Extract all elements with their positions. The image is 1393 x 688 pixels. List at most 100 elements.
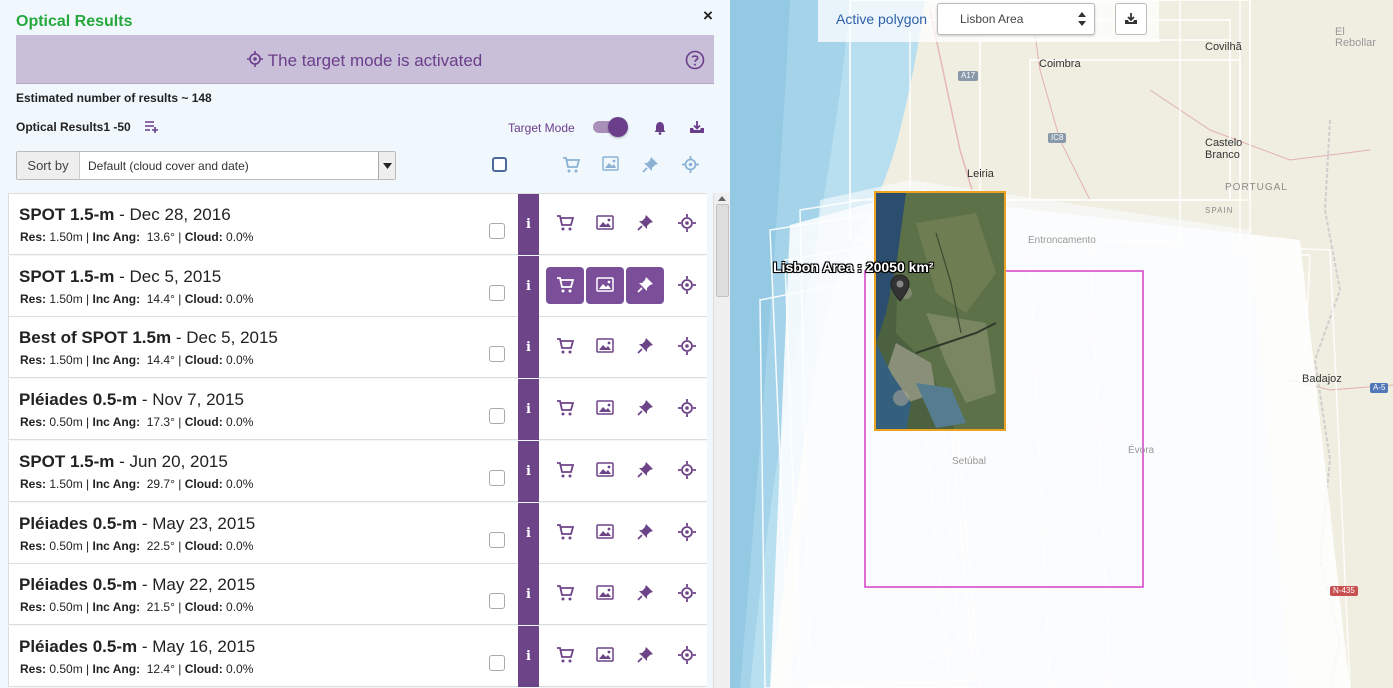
- scroll-up-arrow-icon[interactable]: [718, 196, 726, 201]
- meta-separator: |: [174, 661, 185, 676]
- result-name: Pléiades 0.5-m: [19, 513, 138, 533]
- pin-button[interactable]: [633, 581, 657, 605]
- active-polygon-select[interactable]: Lisbon Area: [937, 3, 1095, 35]
- map-view[interactable]: Coimbra Covilhã El Rebollar Castelo Bran…: [730, 0, 1393, 688]
- result-row[interactable]: Pléiades 0.5-m - May 22, 2015 Res: 0.50m …: [8, 564, 707, 626]
- sort-dropdown-arrow[interactable]: [378, 152, 395, 179]
- export-download-icon[interactable]: [689, 121, 705, 135]
- result-meta: Res: 0.50m | Inc Ang: 21.5° | Cloud: 0.0…: [20, 600, 253, 614]
- header-cart-icon[interactable]: [562, 156, 580, 174]
- result-title[interactable]: SPOT 1.5-m - Jun 20, 2015: [19, 452, 228, 472]
- sort-by-select[interactable]: Sort by Default (cloud cover and date): [16, 151, 396, 180]
- cart-button[interactable]: [553, 581, 577, 605]
- result-checkbox[interactable]: [489, 469, 505, 486]
- pin-button[interactable]: [633, 520, 657, 544]
- quicklook-button[interactable]: [593, 581, 617, 605]
- result-title[interactable]: Best of SPOT 1.5m - Dec 5, 2015: [19, 328, 278, 348]
- target-icon: [678, 275, 696, 294]
- scroll-thumb[interactable]: [716, 204, 729, 297]
- cloud-value: 0.0%: [226, 600, 254, 615]
- result-checkbox[interactable]: [489, 223, 505, 239]
- quicklook-button[interactable]: [593, 520, 617, 544]
- pin-button[interactable]: [633, 396, 657, 420]
- chevron-down-icon: [382, 162, 392, 169]
- res-value: 1.50m: [49, 353, 83, 368]
- info-button[interactable]: i: [518, 317, 539, 379]
- result-row[interactable]: Pléiades 0.5-m - May 16, 2015 Res: 0.50m …: [8, 625, 707, 687]
- header-target-icon[interactable]: [682, 156, 699, 173]
- image-icon: [596, 523, 614, 539]
- result-row[interactable]: Pléiades 0.5-m - Nov 7, 2015 Res: 0.50m |…: [8, 379, 707, 441]
- cart-icon: [557, 400, 574, 416]
- result-row[interactable]: SPOT 1.5-m - Dec 28, 2016 Res: 1.50m | In…: [8, 194, 707, 255]
- quicklook-button[interactable]: [593, 334, 617, 358]
- cart-button[interactable]: [553, 643, 577, 667]
- result-title[interactable]: Pléiades 0.5-m - Nov 7, 2015: [19, 390, 244, 410]
- pin-button[interactable]: [633, 458, 657, 482]
- pin-button[interactable]: [633, 643, 657, 667]
- polygon-download-button[interactable]: [1115, 3, 1147, 35]
- pin-button[interactable]: [626, 266, 664, 304]
- cart-button[interactable]: [546, 266, 584, 304]
- playlist-add-icon[interactable]: [145, 121, 160, 133]
- quicklook-button[interactable]: [593, 458, 617, 482]
- cloud-value: 0.0%: [226, 230, 254, 244]
- result-list-scrollbar[interactable]: [713, 193, 730, 688]
- target-button[interactable]: [675, 643, 699, 667]
- result-checkbox[interactable]: [489, 531, 505, 548]
- result-row[interactable]: SPOT 1.5-m - Dec 5, 2015 Res: 1.50m | Inc…: [8, 255, 707, 317]
- target-button[interactable]: [675, 334, 699, 358]
- map-marker-icon[interactable]: [890, 274, 910, 302]
- result-checkbox[interactable]: [489, 593, 505, 610]
- cart-button[interactable]: [553, 458, 577, 482]
- result-title[interactable]: Pléiades 0.5-m - May 23, 2015: [19, 514, 255, 534]
- target-button[interactable]: [675, 396, 699, 420]
- cart-button[interactable]: [553, 334, 577, 358]
- meta-separator: |: [174, 538, 185, 553]
- target-button[interactable]: [675, 273, 699, 297]
- place-leiria: Leiria: [967, 168, 994, 180]
- result-row[interactable]: Pléiades 0.5-m - May 23, 2015 Res: 0.50m …: [8, 502, 707, 564]
- quicklook-button[interactable]: [593, 643, 617, 667]
- cart-button[interactable]: [553, 520, 577, 544]
- result-row[interactable]: SPOT 1.5-m - Jun 20, 2015 Res: 1.50m | In…: [8, 440, 707, 502]
- cart-button[interactable]: [553, 211, 577, 235]
- quicklook-button[interactable]: [586, 266, 624, 304]
- result-thumbnail-overlay[interactable]: [874, 191, 1006, 431]
- info-button[interactable]: i: [518, 194, 539, 255]
- target-button[interactable]: [675, 211, 699, 235]
- result-checkbox[interactable]: [489, 408, 505, 425]
- info-button[interactable]: i: [518, 255, 539, 317]
- close-button[interactable]: ×: [703, 6, 713, 26]
- result-list[interactable]: SPOT 1.5-m - Dec 28, 2016 Res: 1.50m | In…: [8, 193, 707, 688]
- result-row[interactable]: Best of SPOT 1.5m - Dec 5, 2015 Res: 1.50…: [8, 317, 707, 379]
- result-title[interactable]: Pléiades 0.5-m - May 22, 2015: [19, 575, 255, 595]
- help-icon[interactable]: [685, 50, 705, 70]
- cart-button[interactable]: [553, 396, 577, 420]
- info-button[interactable]: i: [518, 625, 539, 687]
- cloud-label: Cloud:: [184, 415, 223, 430]
- result-checkbox[interactable]: [489, 654, 505, 671]
- result-checkbox[interactable]: [489, 346, 505, 363]
- result-title[interactable]: SPOT 1.5-m - Dec 28, 2016: [19, 205, 231, 225]
- target-button[interactable]: [675, 581, 699, 605]
- quicklook-button[interactable]: [593, 396, 617, 420]
- target-mode-toggle[interactable]: [593, 117, 629, 137]
- cloud-value: 0.0%: [226, 353, 254, 368]
- header-image-icon[interactable]: [602, 156, 619, 172]
- pin-button[interactable]: [633, 211, 657, 235]
- result-checkbox[interactable]: [489, 284, 505, 301]
- pin-button[interactable]: [633, 334, 657, 358]
- info-button[interactable]: i: [518, 502, 539, 564]
- header-pin-icon[interactable]: [642, 156, 659, 173]
- notification-bell-icon[interactable]: [653, 121, 667, 135]
- result-title[interactable]: SPOT 1.5-m - Dec 5, 2015: [19, 267, 221, 287]
- result-title[interactable]: Pléiades 0.5-m - May 16, 2015: [19, 637, 255, 657]
- select-all-checkbox[interactable]: [492, 157, 507, 172]
- target-button[interactable]: [675, 458, 699, 482]
- info-button[interactable]: i: [518, 564, 539, 626]
- info-button[interactable]: i: [518, 379, 539, 441]
- info-button[interactable]: i: [518, 440, 539, 502]
- target-button[interactable]: [675, 520, 699, 544]
- quicklook-button[interactable]: [593, 211, 617, 235]
